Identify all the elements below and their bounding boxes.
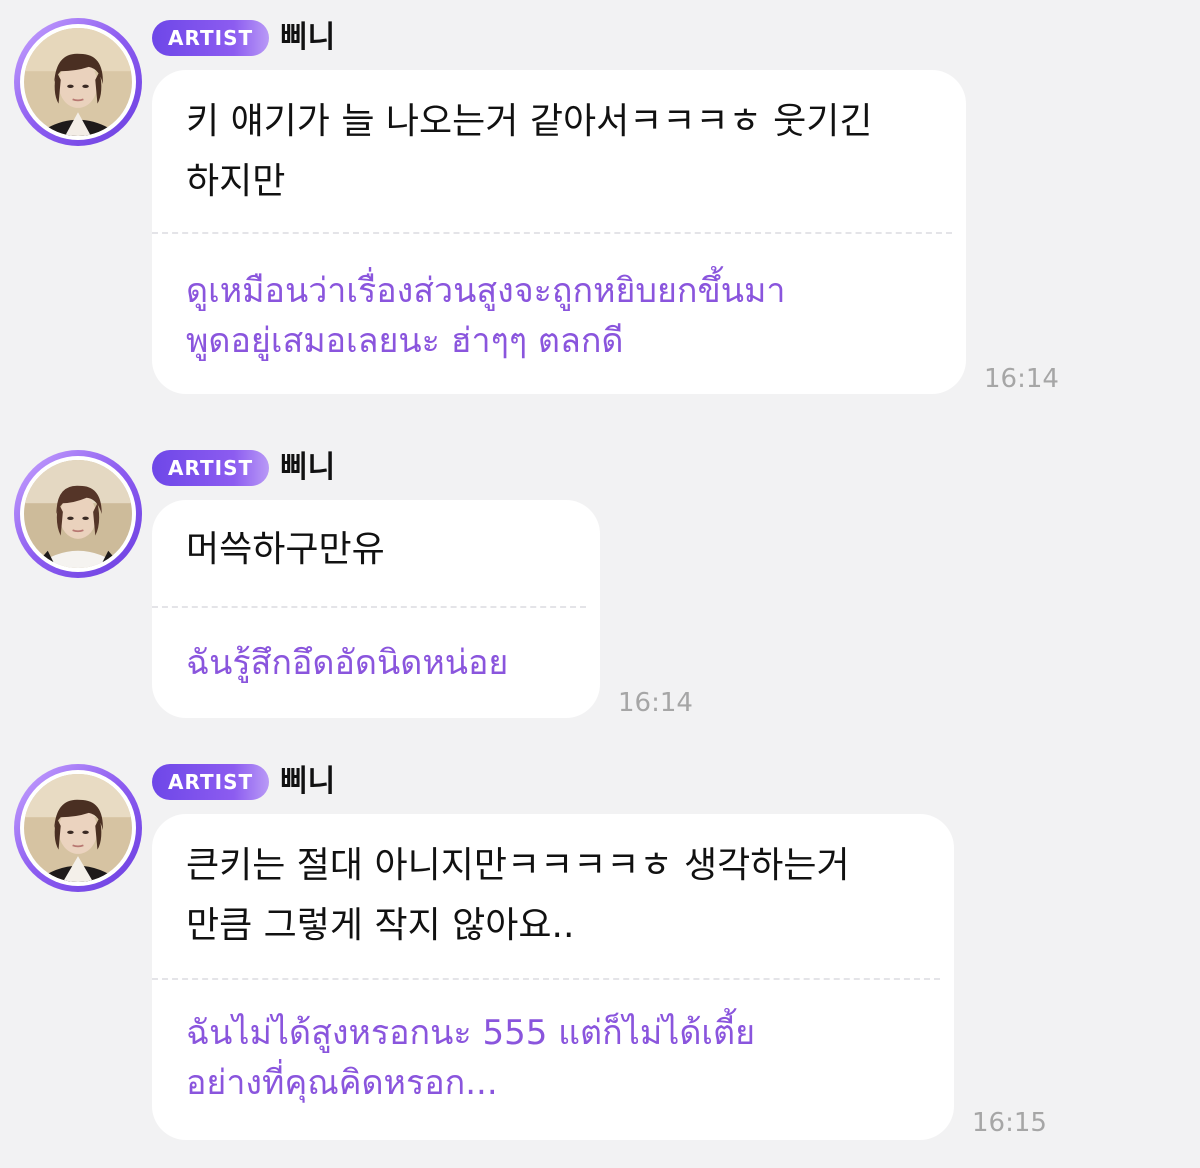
avatar[interactable] [14,450,142,578]
original-message-text: 키 얘기가 늘 나오는거 같아서ㅋㅋㅋㅎ 웃기긴 하지만 [186,101,873,202]
message-timestamp: 16:14 [984,364,1059,394]
artist-nickname: 삐니 [280,20,336,55]
chat-message: ARTIST 삐니 큰키는 절대 아니지만ㅋㅋㅋㅋㅎ 생각하는거 만큼 그렇게 … [0,752,1200,1152]
artist-badge: ARTIST [152,764,270,800]
message-bubble[interactable]: 머쓱하구만유 ฉันรู้สึกอึดอัดนิดหน่อย [152,500,600,718]
bubble-divider [152,232,952,234]
translated-message-text: ดูเหมือนว่าเรื่องส่วนสูงจะถูกหยิบยกขึ้นม… [186,271,786,361]
artist-nickname: 삐니 [280,450,336,485]
bubble-divider [152,606,586,608]
message-bubble[interactable]: 큰키는 절대 아니지만ㅋㅋㅋㅋㅎ 생각하는거 만큼 그렇게 작지 않아요.. ฉ… [152,814,954,1140]
artist-badge: ARTIST [152,450,270,486]
translated-message-text: ฉันไม่ได้สูงหรอกนะ 555 แต่ก็ไม่ได้เตี้ย … [186,1013,756,1103]
message-timestamp: 16:14 [618,688,693,718]
message-bubble[interactable]: 키 얘기가 늘 나오는거 같아서ㅋㅋㅋㅎ 웃기긴 하지만 ดูเหมือนว่า… [152,70,966,394]
artist-badge: ARTIST [152,20,270,56]
original-message-text: 머쓱하구만유 [186,529,385,570]
bubble-divider [152,978,940,980]
chat-message: ARTIST 삐니 머쓱하구만유 ฉันรู้สึกอึดอัดนิดหน่อย… [0,440,1200,730]
original-message-text: 큰키는 절대 아니지만ㅋㅋㅋㅋㅎ 생각하는거 만큼 그렇게 작지 않아요.. [186,845,850,946]
avatar[interactable] [14,18,142,146]
avatar-photo [24,28,132,136]
translated-message-text: ฉันรู้สึกอึดอัดนิดหน่อย [186,643,509,683]
message-timestamp: 16:15 [972,1108,1047,1138]
chat-message: ARTIST 삐니 키 얘기가 늘 나오는거 같아서ㅋㅋㅋㅎ 웃기긴 하지만 ด… [0,0,1200,400]
avatar[interactable] [14,764,142,892]
avatar-photo [24,774,132,882]
artist-nickname: 삐니 [280,764,336,799]
avatar-photo [24,460,132,568]
